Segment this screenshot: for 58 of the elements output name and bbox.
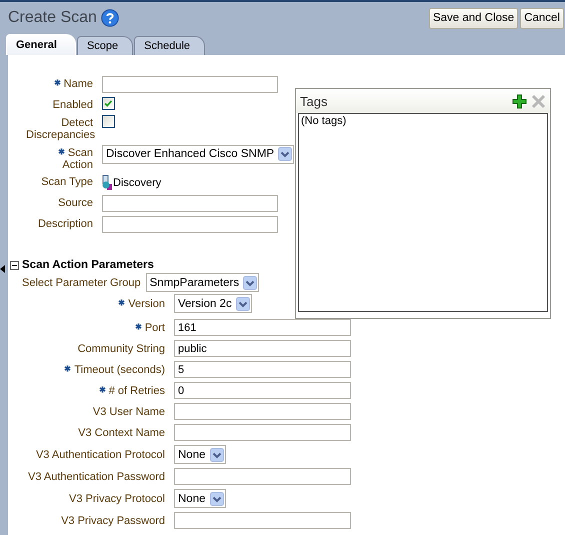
required-icon	[98, 386, 106, 392]
text-field[interactable]	[174, 403, 351, 420]
text-field[interactable]: 161	[174, 319, 351, 336]
panel-title: Tags	[300, 94, 328, 108]
collapse-handle-icon[interactable]	[0, 265, 5, 273]
add-icon[interactable]	[512, 94, 527, 108]
text-field[interactable]	[174, 424, 351, 441]
header-button[interactable]: Cancel	[520, 8, 564, 28]
field-label: # of Retries	[108, 384, 165, 396]
field-label: V3 Authentication Password	[28, 470, 165, 482]
field-label: Source	[58, 197, 93, 210]
field-label: V3 Authentication Protocol	[36, 448, 165, 460]
field-label: V3 User Name	[92, 406, 165, 418]
collapse-icon[interactable]	[10, 260, 19, 270]
tab[interactable]: Schedule	[134, 36, 206, 55]
text-field[interactable]	[102, 216, 278, 234]
field-label: Detect Discrepancies	[26, 116, 96, 141]
dropdown[interactable]: SnmpParameters	[146, 273, 260, 292]
tab[interactable]: General	[6, 34, 76, 55]
field-label: V3 Privacy Protocol	[69, 492, 165, 504]
section-title: Scan Action Parameters	[22, 259, 154, 271]
checkbox[interactable]	[102, 96, 115, 110]
field-label: Scan Type	[41, 176, 93, 188]
required-icon	[64, 364, 72, 372]
checkbox[interactable]	[102, 114, 115, 128]
text-field[interactable]	[174, 512, 351, 529]
field-label: Community String	[78, 342, 165, 354]
help-icon[interactable]	[100, 9, 119, 27]
required-icon	[54, 79, 61, 86]
text-field[interactable]	[102, 195, 278, 212]
empty-tags-text: (No tags)	[301, 115, 346, 127]
dropdown[interactable]: Version 2c	[174, 294, 252, 313]
tab[interactable]: Scope	[76, 36, 134, 55]
field-label: Scan Action	[62, 146, 93, 171]
field-label: V3 Context Name	[78, 426, 165, 438]
required-icon	[134, 322, 142, 330]
field-label: Version	[128, 298, 165, 310]
required-icon	[118, 298, 126, 306]
text-field[interactable]: 0	[174, 382, 351, 399]
text-field[interactable]	[102, 76, 278, 93]
required-icon	[58, 148, 65, 155]
dropdown[interactable]: None	[174, 489, 226, 508]
text-field[interactable]: public	[174, 340, 351, 357]
dropdown[interactable]: Discover Enhanced Cisco SNMP	[102, 144, 294, 164]
discovery-icon	[102, 175, 112, 190]
header-button[interactable]: Save and Close	[428, 8, 518, 28]
field-label: Port	[144, 322, 165, 334]
page-title: Create Scan	[8, 9, 97, 27]
text-field[interactable]	[174, 468, 351, 485]
field-label: Description	[38, 218, 93, 230]
field-label: Select Parameter Group	[22, 276, 141, 288]
field-label: Name	[64, 78, 93, 90]
field-label: Timeout (seconds)	[74, 364, 165, 376]
field-label: V3 Privacy Password	[61, 514, 165, 526]
dropdown[interactable]: None	[174, 445, 226, 464]
scan-type-value: Discovery	[113, 176, 162, 189]
field-label: Enabled	[52, 98, 93, 111]
text-field[interactable]: 5	[174, 361, 351, 378]
